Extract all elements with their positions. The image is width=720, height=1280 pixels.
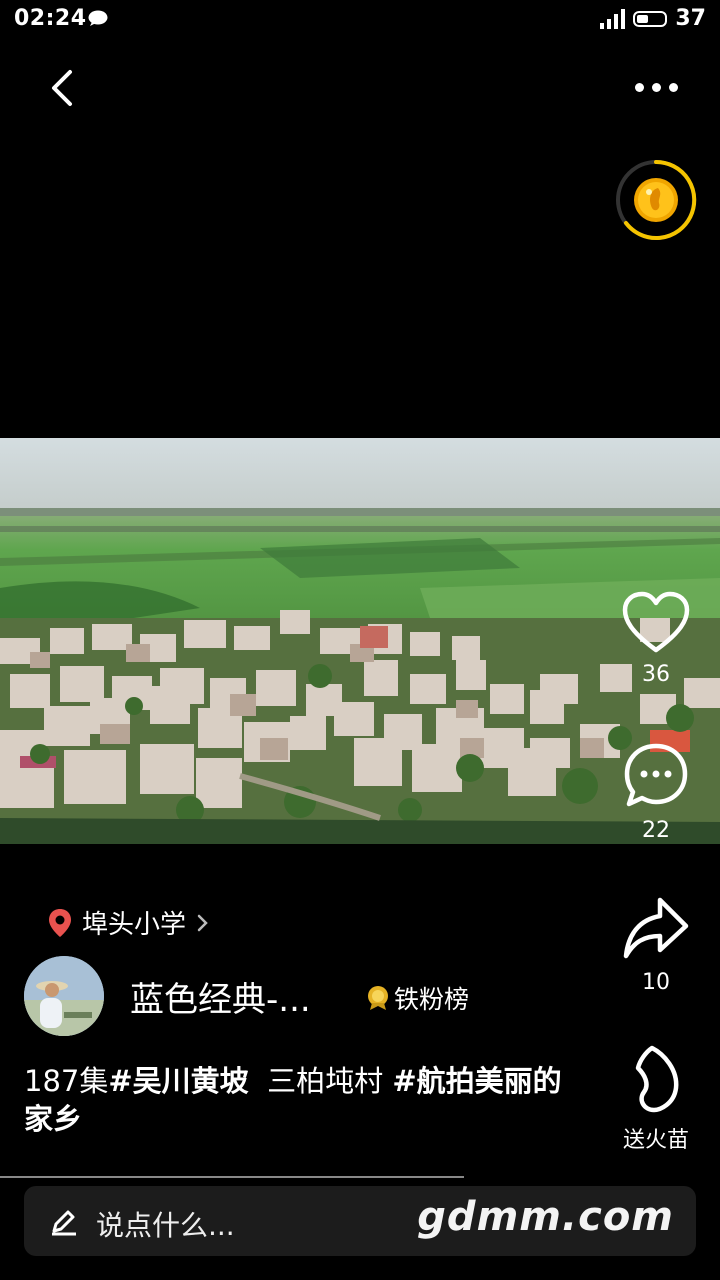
description-text: 三柏坉村 [248, 1064, 393, 1098]
episode-text: 187集 [24, 1064, 109, 1098]
avatar[interactable] [24, 956, 104, 1036]
gift-label: 送火苗 [622, 1128, 689, 1153]
battery-level: 37 [675, 6, 706, 31]
comment-button[interactable]: 22 [606, 740, 706, 843]
comment-input[interactable]: 说点什么... gdmm.com [24, 1186, 696, 1256]
flame-seedling-icon [635, 1045, 679, 1113]
share-button[interactable]: 10 [606, 892, 706, 995]
video-description: 187集#吴川黄坡 三柏坉村 #航拍美丽的家乡 [24, 1062, 584, 1138]
author-info[interactable]: 蓝色经典-... [24, 956, 311, 1036]
video-progress-bar[interactable] [0, 1176, 464, 1178]
comment-icon [624, 743, 688, 807]
signal-icon [600, 8, 626, 29]
comment-count: 22 [642, 818, 670, 843]
comment-placeholder: 说点什么... [96, 1209, 235, 1242]
hashtag-link[interactable]: #吴川黄坡 [108, 1064, 248, 1098]
chat-bubble-icon [88, 10, 108, 26]
watermark: gdmm.com [417, 1194, 674, 1240]
fan-ranking-badge[interactable]: 铁粉榜 [366, 980, 469, 1016]
chevron-right-icon [197, 914, 208, 931]
back-arrow-icon[interactable] [40, 66, 84, 110]
like-count: 36 [642, 662, 670, 687]
author-name[interactable]: 蓝色经典-... [130, 972, 311, 1021]
medal-icon [368, 986, 388, 1010]
fan-ranking-label: 铁粉榜 [394, 985, 470, 1014]
location-tag[interactable]: 埠头小学 [48, 904, 210, 941]
like-button[interactable]: 36 [606, 590, 706, 687]
more-dots-icon[interactable] [630, 74, 682, 100]
status-time: 02:24 [14, 6, 87, 31]
status-right: 37 [600, 6, 706, 31]
heart-icon [622, 591, 690, 653]
location-name: 埠头小学 [82, 910, 187, 940]
pencil-icon [52, 1210, 76, 1236]
share-icon [623, 897, 689, 959]
share-count: 10 [642, 970, 670, 995]
location-pin-icon [49, 908, 71, 937]
gold-coin-icon[interactable] [614, 158, 698, 242]
gift-button[interactable]: 送火苗 [606, 1044, 706, 1154]
battery-icon [633, 10, 668, 27]
